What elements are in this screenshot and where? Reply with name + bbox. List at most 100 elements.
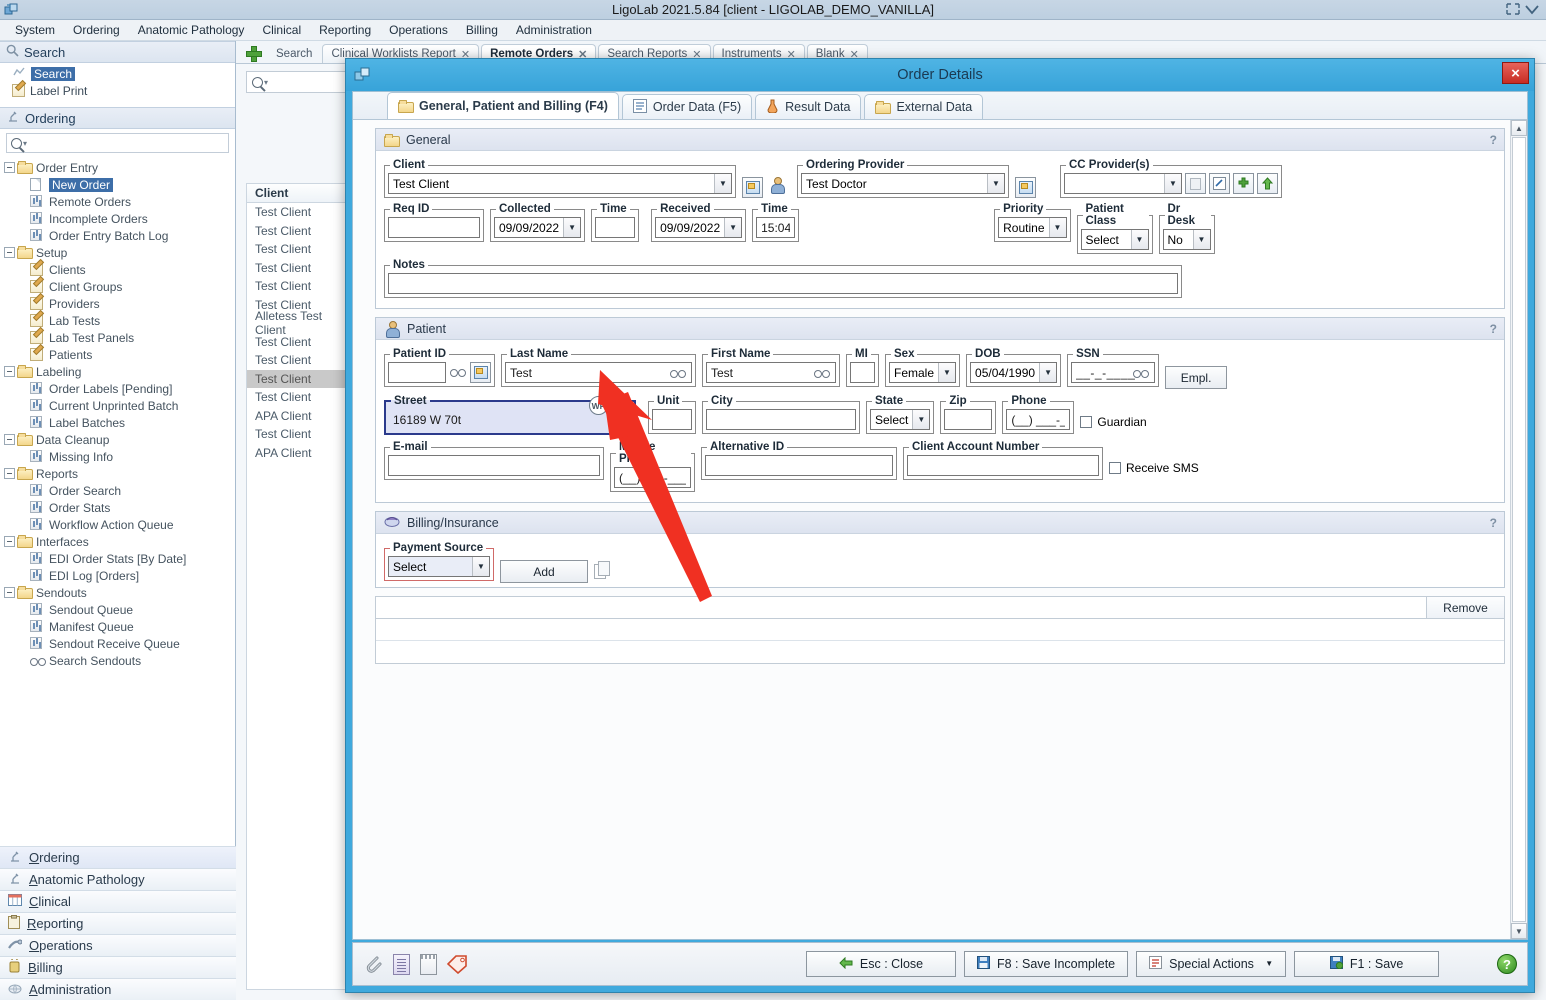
- dialog-close-button[interactable]: ×: [1502, 62, 1529, 84]
- collapse-toggle-icon[interactable]: [4, 366, 15, 377]
- calendar-dropdown-icon[interactable]: ▼: [724, 218, 742, 237]
- tree-item-order-entry[interactable]: Order Entry: [0, 159, 235, 176]
- menu-clinical[interactable]: Clinical: [253, 21, 310, 39]
- menu-operations[interactable]: Operations: [380, 21, 457, 39]
- chevron-down-icon[interactable]: ▼: [1130, 230, 1148, 249]
- alternative-id-input[interactable]: [705, 455, 893, 476]
- tree-item-lab-tests[interactable]: Lab Tests: [0, 312, 235, 329]
- tree-item-order-entry-batch-log[interactable]: Order Entry Batch Log: [0, 227, 235, 244]
- table-row[interactable]: Test Client: [247, 203, 355, 222]
- mi-input[interactable]: [850, 362, 875, 383]
- tree-item-incomplete-orders[interactable]: Incomplete Orders: [0, 210, 235, 227]
- workspace-tab-search[interactable]: Search: [268, 44, 320, 63]
- chevron-down-icon[interactable]: ▼: [1048, 218, 1066, 237]
- collapse-toggle-icon[interactable]: [4, 247, 15, 258]
- tree-item-search-sendouts[interactable]: Search Sendouts: [0, 652, 235, 669]
- notes-input[interactable]: [388, 273, 1178, 294]
- sidebar-item-search[interactable]: Search: [0, 65, 235, 82]
- tree-item-setup[interactable]: Setup: [0, 244, 235, 261]
- tree-item-clients[interactable]: Clients: [0, 261, 235, 278]
- table-row[interactable]: APA Client: [247, 444, 355, 463]
- collected-date-combo[interactable]: 09/09/2022 ▼: [494, 217, 582, 238]
- billing-copy-button[interactable]: [594, 561, 611, 583]
- last-name-input[interactable]: [505, 362, 692, 383]
- tree-item-providers[interactable]: Providers: [0, 295, 235, 312]
- ordering-search-box[interactable]: ▾: [6, 133, 229, 153]
- restore-icon[interactable]: [1505, 2, 1521, 18]
- tree-item-order-labels-pending[interactable]: Order Labels [Pending]: [0, 380, 235, 397]
- client-account-number-input[interactable]: [907, 455, 1099, 476]
- tree-item-edi-order-stats-by-date[interactable]: EDI Order Stats [By Date]: [0, 550, 235, 567]
- tree-item-data-cleanup[interactable]: Data Cleanup: [0, 431, 235, 448]
- empl-button[interactable]: Empl.: [1165, 366, 1228, 389]
- table-row[interactable]: Test Client: [247, 425, 355, 444]
- tree-item-sendouts[interactable]: Sendouts: [0, 584, 235, 601]
- collapse-toggle-icon[interactable]: [4, 434, 15, 445]
- tree-item-sendout-receive-queue[interactable]: Sendout Receive Queue: [0, 635, 235, 652]
- cc-add-button[interactable]: [1233, 173, 1254, 194]
- tree-item-current-unprinted-batch[interactable]: Current Unprinted Batch: [0, 397, 235, 414]
- receive-sms-checkbox-wrap[interactable]: Receive SMS: [1109, 461, 1199, 475]
- received-date-combo[interactable]: 09/09/2022 ▼: [655, 217, 743, 238]
- module-reporting[interactable]: Reporting: [0, 912, 236, 934]
- patient-id-window-button[interactable]: [470, 362, 491, 383]
- patient-class-combo[interactable]: Select ▼: [1080, 229, 1149, 250]
- receive-sms-checkbox[interactable]: [1109, 462, 1121, 474]
- save-incomplete-button[interactable]: F8 : Save Incomplete: [964, 951, 1129, 977]
- tree-item-sendout-queue[interactable]: Sendout Queue: [0, 601, 235, 618]
- tree-item-remote-orders[interactable]: Remote Orders: [0, 193, 235, 210]
- unit-input[interactable]: [652, 409, 692, 430]
- menu-administration[interactable]: Administration: [507, 21, 601, 39]
- tree-item-missing-info[interactable]: Missing Info: [0, 448, 235, 465]
- city-input[interactable]: [706, 409, 856, 430]
- client-grid[interactable]: Client Test Client Test Client Test Client…: [246, 183, 356, 990]
- help-marker[interactable]: ?: [1490, 133, 1497, 147]
- chevron-down-icon[interactable]: ▼: [1192, 230, 1210, 249]
- tree-item-workflow-action-queue[interactable]: Workflow Action Queue: [0, 516, 235, 533]
- table-row[interactable]: Test Client: [247, 369, 355, 388]
- patient-id-glasses-icon[interactable]: [448, 362, 468, 383]
- add-tab-icon[interactable]: [246, 46, 262, 62]
- table-row[interactable]: Test Client: [247, 222, 355, 241]
- client-combo[interactable]: Test Client ▼: [388, 173, 732, 194]
- scroll-down-arrow-icon[interactable]: ▼: [1511, 923, 1527, 939]
- state-combo[interactable]: Select ▼: [870, 409, 931, 430]
- footer-icon-group[interactable]: [363, 953, 468, 975]
- payment-source-combo[interactable]: Select ▼: [388, 556, 490, 577]
- tab-general-patient-billing[interactable]: General, Patient and Billing (F4): [387, 92, 619, 119]
- cc-providers-combo[interactable]: ▼: [1064, 173, 1182, 194]
- collapse-toggle-icon[interactable]: [4, 587, 15, 598]
- cc-copy-button[interactable]: [1185, 173, 1206, 194]
- tree-item-manifest-queue[interactable]: Manifest Queue: [0, 618, 235, 635]
- help-icon[interactable]: ?: [1497, 954, 1517, 974]
- tab-external-data[interactable]: External Data: [864, 94, 984, 119]
- module-operations[interactable]: Operations: [0, 934, 236, 956]
- table-row[interactable]: Alletess Test Client: [247, 309, 355, 337]
- guardian-checkbox[interactable]: [1080, 416, 1093, 428]
- chevron-down-icon[interactable]: ▼: [1164, 174, 1181, 193]
- tree-item-client-groups[interactable]: Client Groups: [0, 278, 235, 295]
- esc-close-button[interactable]: Esc : Close: [806, 951, 956, 977]
- attachment-icon[interactable]: [363, 953, 383, 975]
- chevron-down-icon[interactable]: ▼: [714, 174, 731, 193]
- add-button[interactable]: Add: [500, 560, 588, 583]
- street-field-info-icon[interactable]: !: [612, 396, 631, 415]
- scrollbar-thumb[interactable]: [1512, 137, 1526, 922]
- cc-edit-button[interactable]: [1209, 173, 1230, 194]
- special-actions-dropdown[interactable]: Special Actions ▼: [1136, 951, 1287, 977]
- tree-item-label-batches[interactable]: Label Batches: [0, 414, 235, 431]
- chevron-down-icon[interactable]: [1524, 2, 1540, 18]
- ordering-search-input[interactable]: [27, 135, 228, 151]
- menu-anatomic-pathology[interactable]: Anatomic Pathology: [129, 21, 254, 39]
- received-time-input[interactable]: [756, 217, 796, 238]
- main-menubar[interactable]: System Ordering Anatomic Pathology Clini…: [0, 20, 1546, 41]
- module-ordering[interactable]: Ordering: [0, 846, 236, 868]
- table-row[interactable]: Test Client: [247, 351, 355, 370]
- chevron-down-icon[interactable]: ▼: [938, 363, 956, 382]
- module-administration[interactable]: Administration: [0, 978, 236, 1000]
- tree-item-reports[interactable]: Reports: [0, 465, 235, 482]
- notes-icon[interactable]: [393, 953, 410, 975]
- tree-item-interfaces[interactable]: Interfaces: [0, 533, 235, 550]
- tab-order-data[interactable]: Order Data (F5): [621, 94, 753, 119]
- collected-time-input[interactable]: [595, 217, 636, 238]
